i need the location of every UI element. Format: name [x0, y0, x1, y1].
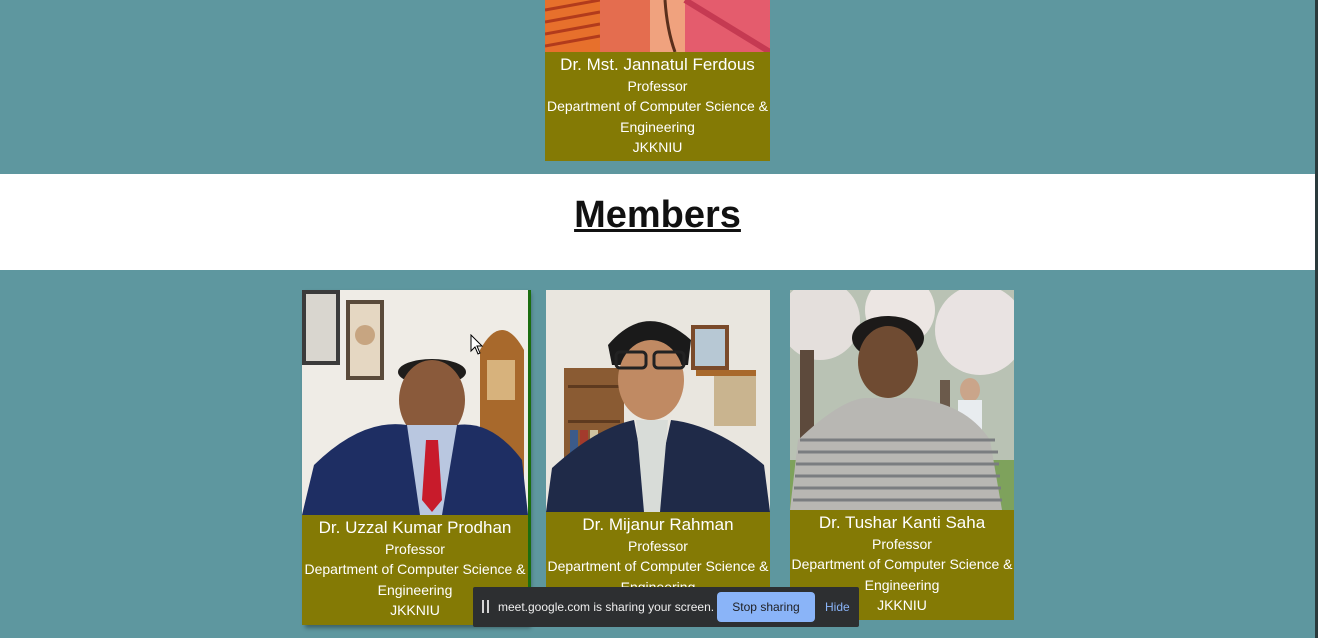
screen-share-message: meet.google.com is sharing your screen. [498, 600, 715, 614]
hide-share-bar-button[interactable]: Hide [825, 599, 850, 615]
member-name: Dr. Mijanur Rahman [582, 515, 734, 534]
screen-share-bar: meet.google.com is sharing your screen. … [473, 587, 859, 627]
member-department-continued: Engineering [620, 119, 695, 135]
member-card: Dr. Mijanur Rahman Professor Department … [546, 290, 770, 610]
members-heading: Members [574, 194, 741, 236]
member-card: Dr. Uzzal Kumar Prodhan Professor Depart… [302, 290, 528, 625]
member-card: Dr. Tushar Kanti Saha Professor Departme… [790, 290, 1014, 620]
member-name: Dr. Tushar Kanti Saha [818, 513, 986, 532]
member-photo [302, 290, 528, 515]
member-name: Dr. Uzzal Kumar Prodhan [318, 518, 512, 537]
member-name: Dr. Mst. Jannatul Ferdous [560, 55, 755, 74]
member-institution: JKKNIU [632, 139, 683, 155]
mouse-pointer-icon [470, 334, 484, 355]
member-title: Professor [627, 78, 688, 94]
member-department: Department of Computer Science & [304, 561, 526, 577]
member-title: Professor [385, 541, 445, 557]
stop-sharing-button[interactable]: Stop sharing [717, 592, 815, 622]
member-department: Department of Computer Science & [791, 556, 1013, 572]
member-photo [790, 290, 1014, 510]
member-department: Department of Computer Science & [547, 98, 768, 114]
pause-icon[interactable] [482, 600, 490, 614]
member-photo [546, 290, 770, 512]
top-member-card: Dr. Mst. Jannatul Ferdous Professor Depa… [545, 0, 770, 161]
members-section-header: Members [0, 174, 1315, 270]
member-title: Professor [872, 536, 932, 552]
member-department: Department of Computer Science & [547, 558, 769, 574]
member-photo [545, 0, 770, 52]
member-title: Professor [628, 538, 688, 554]
